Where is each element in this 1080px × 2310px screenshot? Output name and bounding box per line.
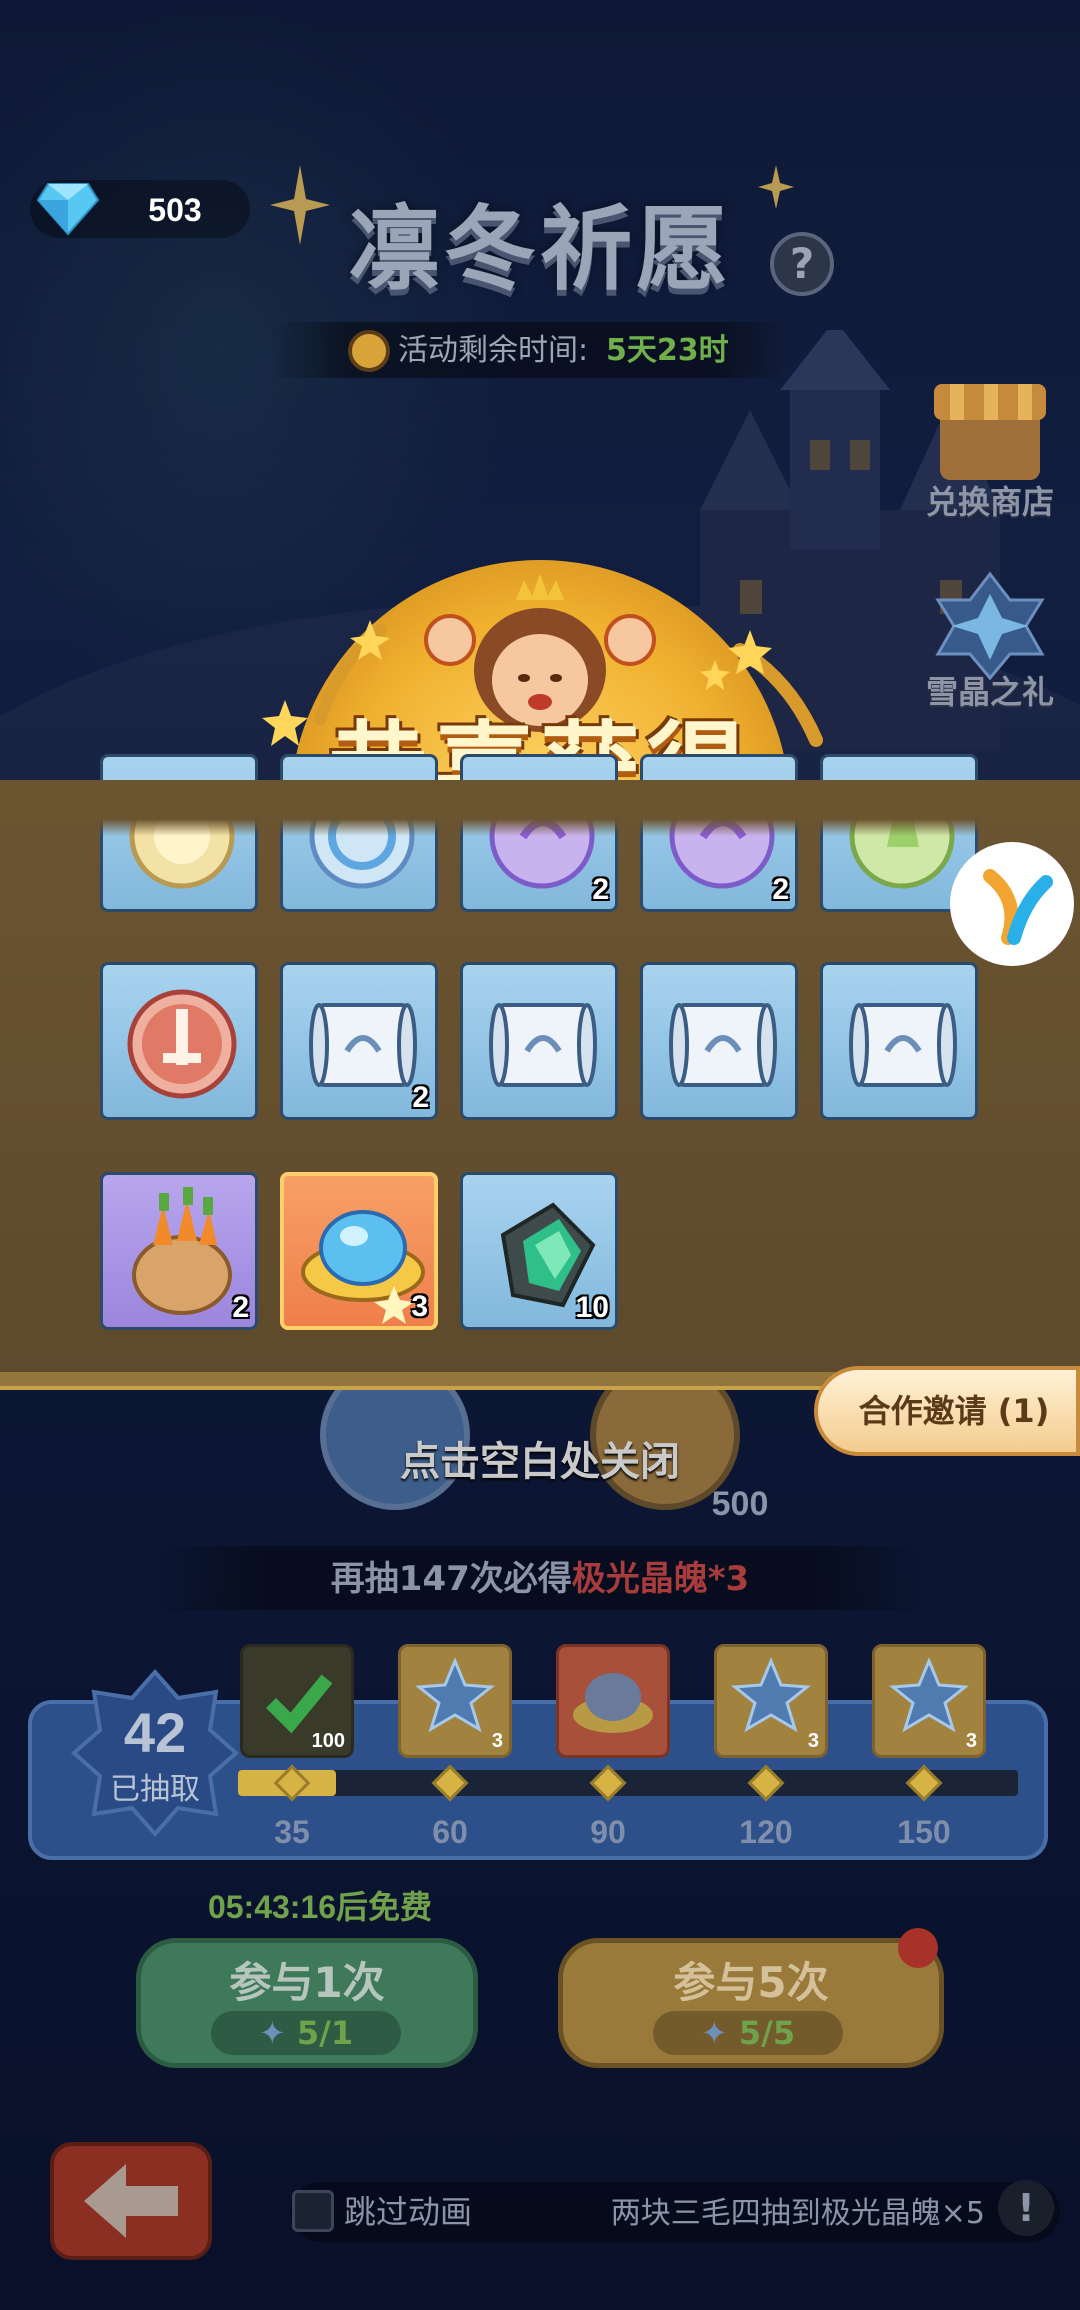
milestone-qty: 3 (491, 1730, 503, 1752)
time-remaining-value: 5天23时 (606, 333, 729, 368)
cooperation-invite-label: 合作邀请 (1) (858, 1392, 1050, 1430)
skip-animation-checkbox[interactable] (292, 2190, 334, 2232)
draw-once-button[interactable]: 参与1次 ✦ 5/1 (136, 1938, 478, 2068)
reward-item[interactable]: 2 (100, 1172, 258, 1330)
gem-count: 503 (148, 192, 202, 228)
reward-item[interactable]: 2 (280, 962, 438, 1120)
reward-item[interactable] (100, 962, 258, 1120)
shop-icon (934, 384, 1046, 480)
aurora-crystal-icon (573, 1673, 653, 1733)
milestone-label: 120 (739, 1814, 793, 1850)
milestone-label: 150 (897, 1814, 951, 1850)
draw-five-button[interactable]: 参与5次 ✦ 5/5 (558, 1938, 944, 2068)
reward-item[interactable]: 3 (280, 1172, 438, 1330)
milestone-qty: 3 (807, 1730, 819, 1752)
draw-once-cost-value: 5/1 (296, 2014, 354, 2052)
milestone-label: 90 (590, 1814, 626, 1850)
pity-prefix: 再抽147次必得 (330, 1559, 572, 1599)
scroll-icon (489, 1003, 597, 1087)
milestone-reward[interactable]: 3 (714, 1644, 828, 1758)
reward-qty: 2 (592, 873, 609, 906)
diamond-icon (36, 183, 100, 236)
milestone-reward[interactable] (556, 1644, 670, 1758)
milestone-label: 60 (432, 1814, 468, 1850)
reward-item[interactable] (640, 962, 798, 1120)
reward-item[interactable] (820, 962, 978, 1120)
time-remaining-label: 活动剩余时间: (398, 333, 589, 368)
pity-highlight: 极光晶魄*3 (571, 1559, 750, 1599)
notification-dot (898, 1928, 938, 1968)
snowflake-badge-icon (935, 571, 1045, 681)
reward-qty: 2 (412, 1081, 429, 1114)
back-button[interactable] (50, 2142, 212, 2260)
snow-crystal-gift-label: 雪晶之礼 (925, 673, 1054, 711)
sparkle-icon (758, 165, 794, 209)
promo-marquee: 两块三毛四抽到极光晶魄×5 (610, 2196, 985, 2231)
milestone-reward[interactable]: 100 (240, 1644, 354, 1758)
help-button[interactable]: ? (770, 232, 834, 296)
draw-once-label: 参与1次 (229, 1958, 385, 2007)
star-icon (700, 660, 730, 690)
skip-animation-label: 跳过动画 (344, 2193, 473, 2231)
info-icon[interactable]: ! (998, 2180, 1054, 2236)
milestone-reward[interactable]: 3 (872, 1644, 986, 1758)
progress-track (238, 1770, 1018, 1796)
clock-icon (348, 330, 390, 372)
scroll-icon (669, 1003, 777, 1087)
free-draw-timer: 05:43:16后免费 (207, 1889, 433, 1925)
reward-qty: 10 (575, 1291, 609, 1324)
reward-qty: 3 (411, 1290, 428, 1323)
reward-item[interactable] (460, 962, 618, 1120)
back-arrow-icon (84, 2164, 178, 2238)
pity-text: 再抽147次必得极光晶魄*3 (200, 1554, 880, 1604)
exchange-shop-label: 兑换商店 (925, 483, 1054, 521)
floating-assistant-button[interactable] (950, 842, 1074, 966)
milestone-label: 35 (274, 1814, 310, 1850)
reward-qty: 2 (772, 873, 789, 906)
reward-item[interactable]: 10 (460, 1172, 618, 1330)
close-hint[interactable]: 点击空白处关闭 (330, 1432, 750, 1492)
assistant-logo-icon (983, 869, 1053, 945)
reward-qty: 2 (232, 1291, 249, 1324)
draw-count: 42 (123, 1701, 187, 1764)
draw-count-label: 已抽取 (110, 1772, 200, 1807)
grid-scroll-fade (0, 780, 1080, 836)
milestone-reward[interactable]: 3 (398, 1644, 512, 1758)
event-title: 凛冬祈愿 (347, 196, 732, 303)
scroll-icon (849, 1003, 957, 1087)
milestone-qty: 3 (965, 1730, 977, 1752)
milestone-qty: 100 (311, 1730, 345, 1752)
draw-five-label: 参与5次 (673, 1958, 829, 2007)
draw-five-cost-value: 5/5 (738, 2014, 796, 2052)
draw-once-cost: ✦ 5/1 (211, 2011, 401, 2055)
draw-five-cost: ✦ 5/5 (653, 2011, 843, 2055)
red-sword-orb-icon (127, 989, 237, 1099)
